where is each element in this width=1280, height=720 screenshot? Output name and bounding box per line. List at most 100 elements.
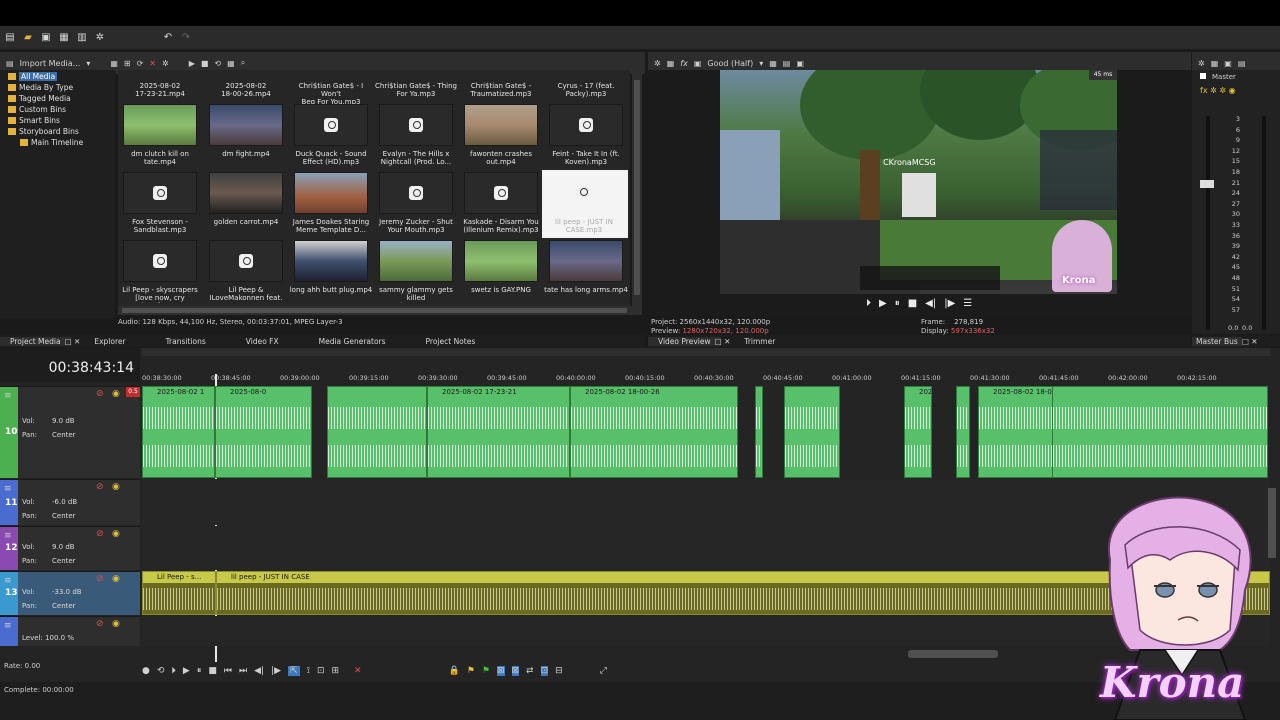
media-item[interactable]: James Doakes Staring Meme Template D... <box>289 172 369 238</box>
preview-props-icon[interactable]: ▦ <box>667 59 675 68</box>
media-item[interactable]: Lil Peep & ILoveMakonnen feat. F... <box>204 240 284 306</box>
play-from-start-icon[interactable]: ⏵ <box>171 666 176 676</box>
media-item[interactable]: long ahh butt plug.mp4 <box>289 240 372 306</box>
crossfade-icon[interactable]: ⇄ <box>526 666 534 676</box>
mute-icon[interactable]: ⊘ <box>96 574 104 584</box>
solo-icon[interactable]: ◉ <box>112 574 120 584</box>
media-item[interactable]: fawonten crashes out.mp4 <box>459 104 539 170</box>
tree-item[interactable]: All Media <box>8 71 115 82</box>
tree-item[interactable]: Storyboard Bins <box>8 126 115 137</box>
tab-master-bus[interactable]: Master Bus <box>1192 336 1242 346</box>
loop-icon[interactable]: ⟲ <box>157 666 165 676</box>
solo-icon[interactable]: ◉ <box>112 389 120 399</box>
tree-item[interactable]: Media By Type <box>8 82 115 93</box>
timeline-ruler[interactable]: 00:38:30:00 00:38:45:00 00:39:00:00 00:39:1… <box>142 374 1270 386</box>
dim-icon[interactable]: ▤ <box>1238 59 1246 68</box>
stop-icon[interactable]: ■ <box>908 298 917 309</box>
solo-icon[interactable]: ◉ <box>112 482 120 492</box>
save-as-icon[interactable]: ▦ <box>58 32 70 44</box>
media-item[interactable]: dm clutch kill on tate.mp4 <box>118 104 198 170</box>
mute-icon[interactable]: ⊘ <box>96 482 104 492</box>
stop-icon[interactable]: ■ <box>201 59 209 68</box>
import-media-button[interactable]: Import Media... <box>20 59 81 68</box>
snap-icon[interactable]: ⊠ <box>496 666 505 676</box>
settings-icon[interactable]: ✲ <box>654 59 661 68</box>
audio-clip[interactable]: 2025-08-02 1 <box>142 386 215 478</box>
play-icon[interactable]: ▶ <box>183 666 190 676</box>
region-icon[interactable]: ⚑ <box>482 666 490 676</box>
stop-icon[interactable]: ■ <box>208 666 217 676</box>
timecode-display[interactable]: 00:38:43:14 <box>0 348 140 382</box>
save-icon[interactable]: ▣ <box>40 32 52 44</box>
audio-clip[interactable] <box>1052 386 1268 478</box>
lock-envelopes-icon[interactable]: ⊡ <box>540 666 549 676</box>
envelope-tool-icon[interactable]: ⟟ <box>307 666 310 676</box>
tab-trimmer[interactable]: Trimmer <box>734 337 785 346</box>
tab-close-icon[interactable]: □ ✕ <box>65 337 81 346</box>
audio-clip[interactable] <box>784 386 840 478</box>
tree-item[interactable]: Custom Bins <box>8 104 115 115</box>
marker-icon[interactable]: ⚑ <box>467 666 475 676</box>
track-10-lane[interactable]: 2025-08-02 1 2025-08-0 2025-08-02 17-23-21… <box>142 386 1270 478</box>
settings-icon[interactable]: ✲ <box>162 59 169 68</box>
search-icon[interactable]: ⌕ <box>241 58 245 68</box>
track-menu-icon[interactable]: ≡ <box>4 576 12 586</box>
chevron-down-icon[interactable]: ▾ <box>86 59 90 68</box>
prev-frame-icon[interactable]: ◀| <box>925 298 936 309</box>
pause-icon[interactable]: ⏸ <box>895 298 900 309</box>
track-header-10[interactable]: 10 ≡ ⊘ ◉ 0.5 Vol: 9.0 dB Pan: Center <box>0 386 140 478</box>
media-item[interactable]: Kaskade - Disarm You (Illenium Remix).mp… <box>459 172 539 238</box>
zoom-tool-icon[interactable]: ⊞ <box>331 666 339 676</box>
play-from-start-icon[interactable]: ⏵ <box>866 298 871 309</box>
fx-icon[interactable]: fx <box>680 59 688 68</box>
record-icon[interactable]: ● <box>142 666 150 676</box>
media-item[interactable]: Evalyn - The Hills x Nightcall (Prod. Lo… <box>374 104 454 170</box>
track-header-11[interactable]: 11 ≡ ⊘ ◉ Vol: -6.0 dB Pan: Center <box>0 479 140 525</box>
play-icon[interactable]: ▶ <box>189 59 195 68</box>
undo-icon[interactable]: ↶ <box>162 32 174 44</box>
save-snapshot-icon[interactable]: ▣ <box>796 59 804 68</box>
expand-icon[interactable]: ⤢ <box>600 666 607 676</box>
overlays-icon[interactable]: ▦ <box>769 59 777 68</box>
quality-select[interactable]: Good (Half) <box>707 59 753 68</box>
mute-icon[interactable]: ⊘ <box>96 619 104 629</box>
tab-explorer[interactable]: Explorer <box>84 337 135 346</box>
solo-icon[interactable]: ◉ <box>112 619 120 629</box>
media-item[interactable]: Fox Stevenson - Sandblast.mp3 <box>118 172 198 238</box>
track-header-12[interactable]: 12 ≡ ⊘ ◉ Vol: 9.0 dB Pan: Center <box>0 526 140 570</box>
tree-item[interactable]: Main Timeline <box>8 137 115 148</box>
media-item[interactable]: Lil Peep - skyscrapers [love now, cry la… <box>118 240 198 306</box>
capture-icon[interactable]: ⊞ <box>124 59 131 68</box>
tab-video-fx[interactable]: Video FX <box>236 337 289 346</box>
tab-project-media[interactable]: Project Media <box>0 336 71 346</box>
tab-project-notes[interactable]: Project Notes <box>416 337 486 346</box>
selection-tool-icon[interactable]: ⊡ <box>317 666 325 676</box>
go-end-icon[interactable]: ⏭ <box>239 666 247 676</box>
audio-clip[interactable] <box>327 386 427 478</box>
downmix-icon[interactable]: ▣ <box>1224 59 1232 68</box>
media-item[interactable]: Jeremy Zucker - Shut Your Mouth.mp3 <box>374 172 454 238</box>
delete-icon[interactable]: ✕ <box>354 666 362 676</box>
tree-item[interactable]: Smart Bins <box>8 115 115 126</box>
media-item[interactable]: lil peep - JUST IN CASE.mp3 <box>542 170 628 238</box>
tab-video-preview[interactable]: Video Preview <box>648 336 721 346</box>
view-icon[interactable]: ▦ <box>110 59 118 68</box>
redo-icon[interactable]: ↷ <box>180 32 192 44</box>
media-item[interactable]: tate has long arms.mp4 <box>544 240 628 306</box>
tab-close-icon[interactable]: □ ✕ <box>715 337 731 346</box>
track-menu-icon[interactable]: ≡ <box>4 484 12 494</box>
tab-transitions[interactable]: Transitions <box>156 337 216 346</box>
open-icon[interactable]: ▰ <box>22 32 34 44</box>
remove-icon[interactable]: ✕ <box>149 59 156 68</box>
media-scrollbar[interactable] <box>632 70 642 306</box>
tab-close-icon[interactable]: □ ✕ <box>1242 337 1258 346</box>
tree-item[interactable]: Tagged Media <box>8 93 115 104</box>
master-fx-icons[interactable]: fx ✲ ✲ ◉ <box>1200 86 1236 95</box>
mute-icon[interactable]: ⊘ <box>96 529 104 539</box>
media-item[interactable]: swetz is GAY.PNG <box>459 240 539 306</box>
play-icon[interactable]: ▶ <box>879 298 887 309</box>
audio-clip[interactable]: 2025-08-02 17-23-21 <box>427 386 570 478</box>
new-icon[interactable]: ▤ <box>4 32 16 44</box>
next-frame-icon[interactable]: |▶ <box>271 666 281 676</box>
track-menu-icon[interactable]: ≡ <box>4 531 12 541</box>
